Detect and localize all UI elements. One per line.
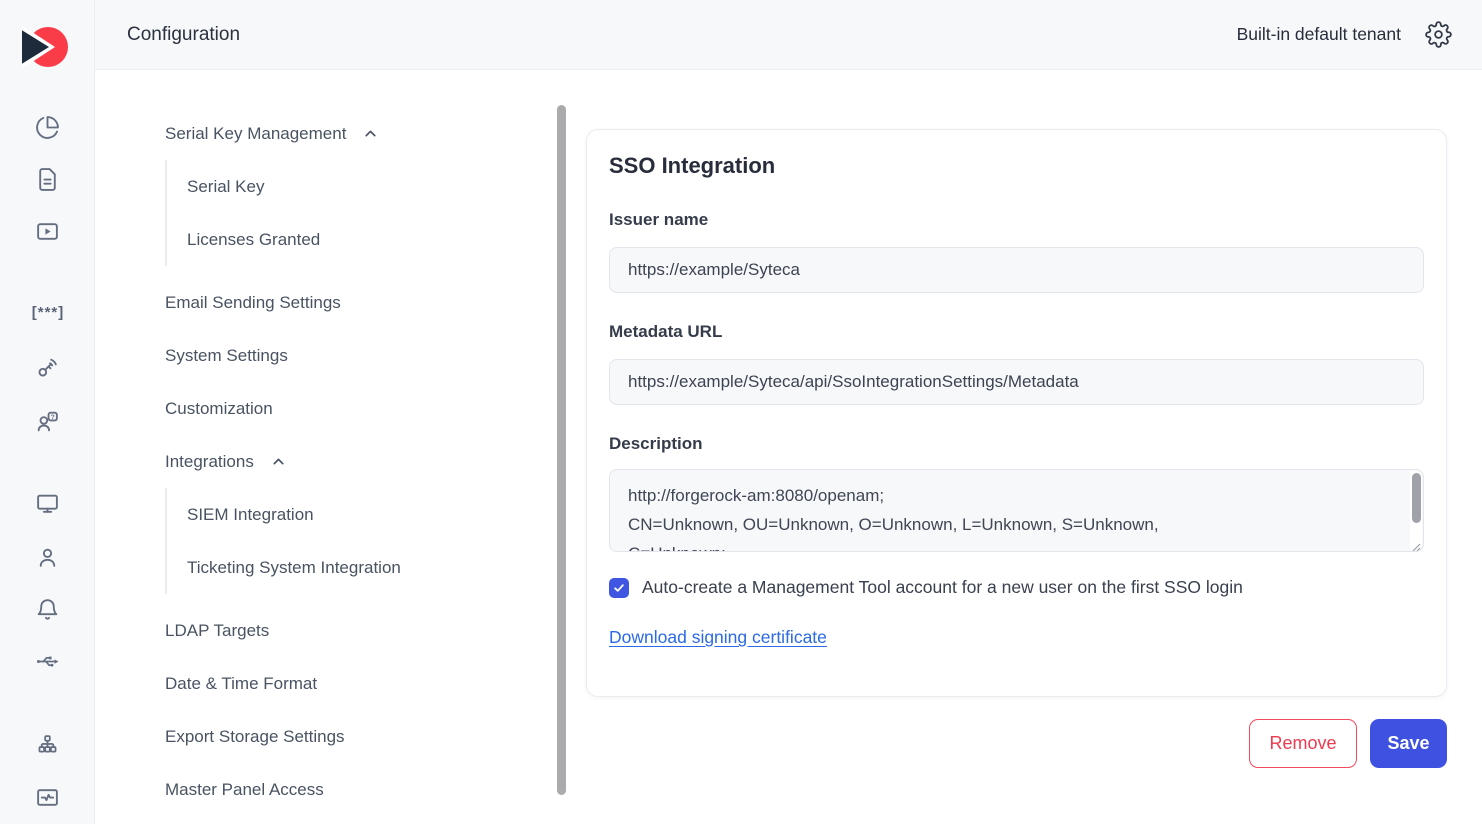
- config-nav: Serial Key Management Serial Key License…: [95, 70, 570, 824]
- document-icon[interactable]: [35, 167, 60, 192]
- nav-date-time-format[interactable]: Date & Time Format: [95, 657, 570, 710]
- textarea-resize-handle[interactable]: [1411, 539, 1422, 550]
- issuer-name-input[interactable]: [609, 247, 1424, 293]
- user-request-icon[interactable]: ?: [35, 409, 60, 434]
- computer-icon[interactable]: [35, 491, 60, 516]
- download-signing-certificate-link[interactable]: Download signing certificate: [609, 627, 827, 648]
- notifications-icon[interactable]: [35, 597, 60, 622]
- user-icon[interactable]: [35, 545, 60, 570]
- health-monitor-icon[interactable]: [35, 785, 60, 810]
- session-player-icon[interactable]: [35, 219, 60, 244]
- nav-customization[interactable]: Customization: [95, 382, 570, 435]
- nav-export-storage-settings[interactable]: Export Storage Settings: [95, 710, 570, 763]
- description-scrollbar-thumb[interactable]: [1412, 473, 1421, 523]
- autocreate-label: Auto-create a Management Tool account fo…: [642, 577, 1243, 598]
- chevron-up-icon: [270, 453, 287, 470]
- metadata-url-input[interactable]: [609, 359, 1424, 405]
- issuer-name-label: Issuer name: [609, 208, 1424, 232]
- access-key-icon[interactable]: [35, 355, 60, 380]
- nav-siem-integration[interactable]: SIEM Integration: [167, 488, 570, 541]
- description-label: Description: [609, 432, 1424, 456]
- icon-rail: [***] ?: [0, 0, 95, 824]
- nav-master-panel-access[interactable]: Master Panel Access: [95, 763, 570, 816]
- page-title: Configuration: [127, 24, 240, 46]
- top-bar: Configuration Built-in default tenant: [95, 0, 1482, 70]
- nav-email-sending-settings[interactable]: Email Sending Settings: [95, 276, 570, 329]
- syteca-logo[interactable]: [22, 24, 69, 70]
- description-line-1: http://forgerock-am:8080/openam;: [628, 481, 1393, 510]
- save-button[interactable]: Save: [1370, 719, 1447, 768]
- gear-icon[interactable]: [1425, 21, 1452, 48]
- infrastructure-icon[interactable]: [35, 733, 60, 758]
- remove-button[interactable]: Remove: [1249, 719, 1357, 768]
- nav-system-settings[interactable]: System Settings: [95, 329, 570, 382]
- serial-key-management-sublist: Serial Key Licenses Granted: [165, 160, 570, 266]
- chevron-up-icon: [362, 125, 379, 142]
- nav-integrations[interactable]: Integrations: [95, 435, 570, 488]
- nav-serial-key-management[interactable]: Serial Key Management: [95, 107, 570, 160]
- svg-text:?: ?: [51, 414, 55, 421]
- nav-ldap-targets[interactable]: LDAP Targets: [95, 604, 570, 657]
- nav-serial-key[interactable]: Serial Key: [167, 160, 570, 213]
- sso-integration-card: SSO Integration Issuer name Metadata URL…: [586, 129, 1447, 697]
- autocreate-checkbox[interactable]: [609, 578, 629, 598]
- card-title: SSO Integration: [609, 151, 1424, 181]
- tenant-selector[interactable]: Built-in default tenant: [1237, 24, 1401, 45]
- metadata-url-label: Metadata URL: [609, 320, 1424, 344]
- nav-ticketing-system-integration[interactable]: Ticketing System Integration: [167, 541, 570, 594]
- nav-licenses-granted[interactable]: Licenses Granted: [167, 213, 570, 266]
- integrations-sublist: SIEM Integration Ticketing System Integr…: [165, 488, 570, 594]
- pie-chart-icon[interactable]: [35, 115, 60, 140]
- usb-devices-icon[interactable]: [35, 649, 60, 674]
- description-line-3: C=Unknown;: [628, 539, 1393, 552]
- description-line-2: CN=Unknown, OU=Unknown, O=Unknown, L=Unk…: [628, 510, 1393, 539]
- nav-scrollbar-thumb[interactable]: [557, 105, 566, 795]
- autocreate-row: Auto-create a Management Tool account fo…: [609, 577, 1424, 598]
- card-actions: Remove Save: [1249, 719, 1447, 768]
- description-textarea[interactable]: http://forgerock-am:8080/openam; CN=Unkn…: [609, 469, 1424, 552]
- secrets-icon[interactable]: [***]: [28, 304, 68, 321]
